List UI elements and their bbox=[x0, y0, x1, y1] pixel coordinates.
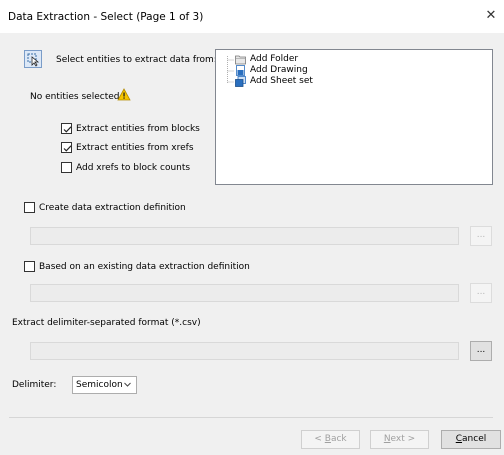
existing-definition-path-field bbox=[30, 284, 459, 302]
sheet-set-icon bbox=[235, 76, 246, 87]
add-xrefs-to-block-counts-checkbox[interactable] bbox=[61, 162, 72, 173]
csv-label: Extract delimiter-separated format (*.cs… bbox=[12, 318, 201, 328]
window-title: Data Extraction - Select (Page 1 of 3) bbox=[8, 11, 204, 23]
existing-definition-label: Based on an existing data extraction def… bbox=[39, 262, 250, 272]
select-entities-label: Select entities to extract data from: bbox=[56, 55, 217, 65]
delimiter-select[interactable]: Semicolon bbox=[72, 376, 137, 394]
checkmark-icon bbox=[63, 126, 72, 133]
create-definition-label: Create data extraction definition bbox=[39, 203, 186, 213]
tree-item-label: Add Drawing bbox=[250, 65, 308, 75]
csv-path-field bbox=[30, 342, 459, 360]
extract-from-xrefs-label: Extract entities from xrefs bbox=[76, 143, 194, 153]
delimiter-value: Semicolon bbox=[76, 380, 123, 390]
extract-from-blocks-checkbox[interactable] bbox=[61, 123, 72, 134]
back-button: < Back bbox=[301, 430, 360, 449]
footer-divider bbox=[9, 417, 493, 418]
checkmark-icon bbox=[63, 145, 72, 152]
cancel-button[interactable]: Cancel bbox=[441, 430, 501, 449]
select-objects-button[interactable] bbox=[24, 50, 42, 68]
extract-from-blocks-label: Extract entities from blocks bbox=[76, 124, 200, 134]
chevron-down-icon bbox=[124, 382, 131, 387]
create-definition-path-field bbox=[30, 227, 459, 245]
select-objects-icon bbox=[27, 53, 40, 67]
warning-icon bbox=[117, 88, 131, 101]
create-definition-checkbox[interactable] bbox=[24, 202, 35, 213]
folder-icon bbox=[235, 55, 246, 65]
existing-definition-browse-button: ... bbox=[470, 283, 492, 303]
title-bar: Data Extraction - Select (Page 1 of 3) ✕ bbox=[0, 0, 504, 33]
tree-item-label: Add Sheet set bbox=[250, 76, 313, 86]
drawings-tree-view[interactable]: Add Folder Add Drawing Add Sheet set bbox=[215, 49, 493, 185]
close-icon[interactable]: ✕ bbox=[482, 7, 500, 25]
next-button: Next > bbox=[370, 430, 429, 449]
tree-item-label: Add Folder bbox=[250, 54, 299, 64]
add-xrefs-to-block-counts-label: Add xrefs to block counts bbox=[76, 163, 191, 173]
existing-definition-checkbox[interactable] bbox=[24, 261, 35, 272]
selection-status-text: No entities selected bbox=[30, 92, 120, 102]
drawing-icon bbox=[236, 65, 245, 76]
extract-from-xrefs-checkbox[interactable] bbox=[61, 142, 72, 153]
csv-browse-button[interactable]: ... bbox=[470, 341, 492, 361]
delimiter-label: Delimiter: bbox=[12, 380, 57, 390]
create-definition-browse-button: ... bbox=[470, 226, 492, 246]
